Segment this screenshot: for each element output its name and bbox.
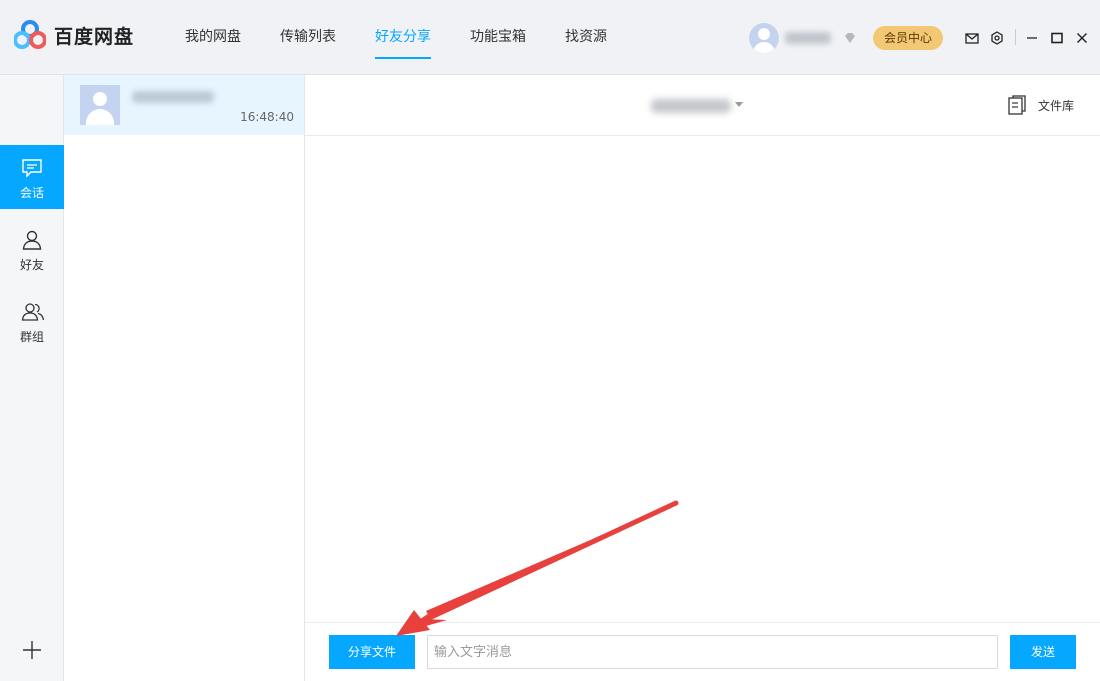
vip-center-button[interactable]: 会员中心 [873, 26, 943, 50]
nav-find-resources[interactable]: 找资源 [565, 0, 607, 75]
title-bar: 百度网盘 我的网盘 传输列表 好友分享 功能宝箱 找资源 会员中心 [0, 0, 1100, 75]
message-input[interactable] [427, 635, 998, 669]
nav-friend-share[interactable]: 好友分享 [375, 0, 431, 75]
baidu-netdisk-logo-icon [14, 20, 46, 49]
rail-item-groups[interactable]: 群组 [0, 289, 64, 353]
app-title: 百度网盘 [54, 25, 135, 48]
vip-diamond-icon [845, 33, 855, 43]
send-button[interactable]: 发送 [1010, 635, 1076, 669]
nav-transfer-list[interactable]: 传输列表 [280, 0, 336, 75]
conversation-list: 16:48:40 [64, 75, 305, 681]
user-avatar[interactable] [749, 23, 779, 53]
chat-header: 文件库 [305, 75, 1100, 136]
minimize-icon[interactable] [1024, 30, 1040, 46]
rail-item-friends[interactable]: 好友 [0, 217, 64, 281]
nav-toolbox[interactable]: 功能宝箱 [470, 0, 526, 75]
file-library-icon [1008, 95, 1026, 115]
add-icon[interactable] [22, 640, 42, 660]
chat-title-blurred[interactable] [651, 99, 731, 113]
close-icon[interactable] [1074, 30, 1090, 46]
title-bar-separator [1015, 29, 1016, 45]
maximize-icon[interactable] [1049, 30, 1065, 46]
group-icon [21, 303, 45, 321]
user-icon [22, 230, 42, 250]
rail-item-conversations[interactable]: 会话 [0, 145, 64, 209]
rail-item-label: 会话 [19, 186, 44, 200]
rail-item-label: 群组 [19, 330, 44, 344]
chat-panel: 文件库 分享文件 发送 [305, 75, 1100, 681]
conversation-time: 16:48:40 [240, 110, 294, 124]
left-rail: 会话 好友 群组 [0, 75, 64, 681]
conversation-name-blurred [132, 91, 214, 103]
mail-icon[interactable] [964, 30, 980, 46]
avatar [80, 85, 120, 125]
file-library-label: 文件库 [1038, 98, 1075, 113]
list-item[interactable]: 16:48:40 [64, 75, 304, 135]
main-nav: 我的网盘 传输列表 好友分享 功能宝箱 找资源 [185, 0, 646, 75]
app-logo: 百度网盘 [14, 20, 134, 50]
chevron-down-icon[interactable] [735, 102, 743, 107]
user-info[interactable] [749, 23, 857, 53]
username-blurred [785, 32, 831, 44]
file-library-button[interactable]: 文件库 [1008, 95, 1074, 115]
rail-item-label: 好友 [19, 258, 44, 272]
chat-input-bar: 分享文件 发送 [305, 622, 1100, 681]
nav-my-netdisk[interactable]: 我的网盘 [185, 0, 241, 75]
share-file-button[interactable]: 分享文件 [329, 635, 415, 669]
chat-icon [22, 159, 42, 178]
settings-icon[interactable] [989, 30, 1005, 46]
